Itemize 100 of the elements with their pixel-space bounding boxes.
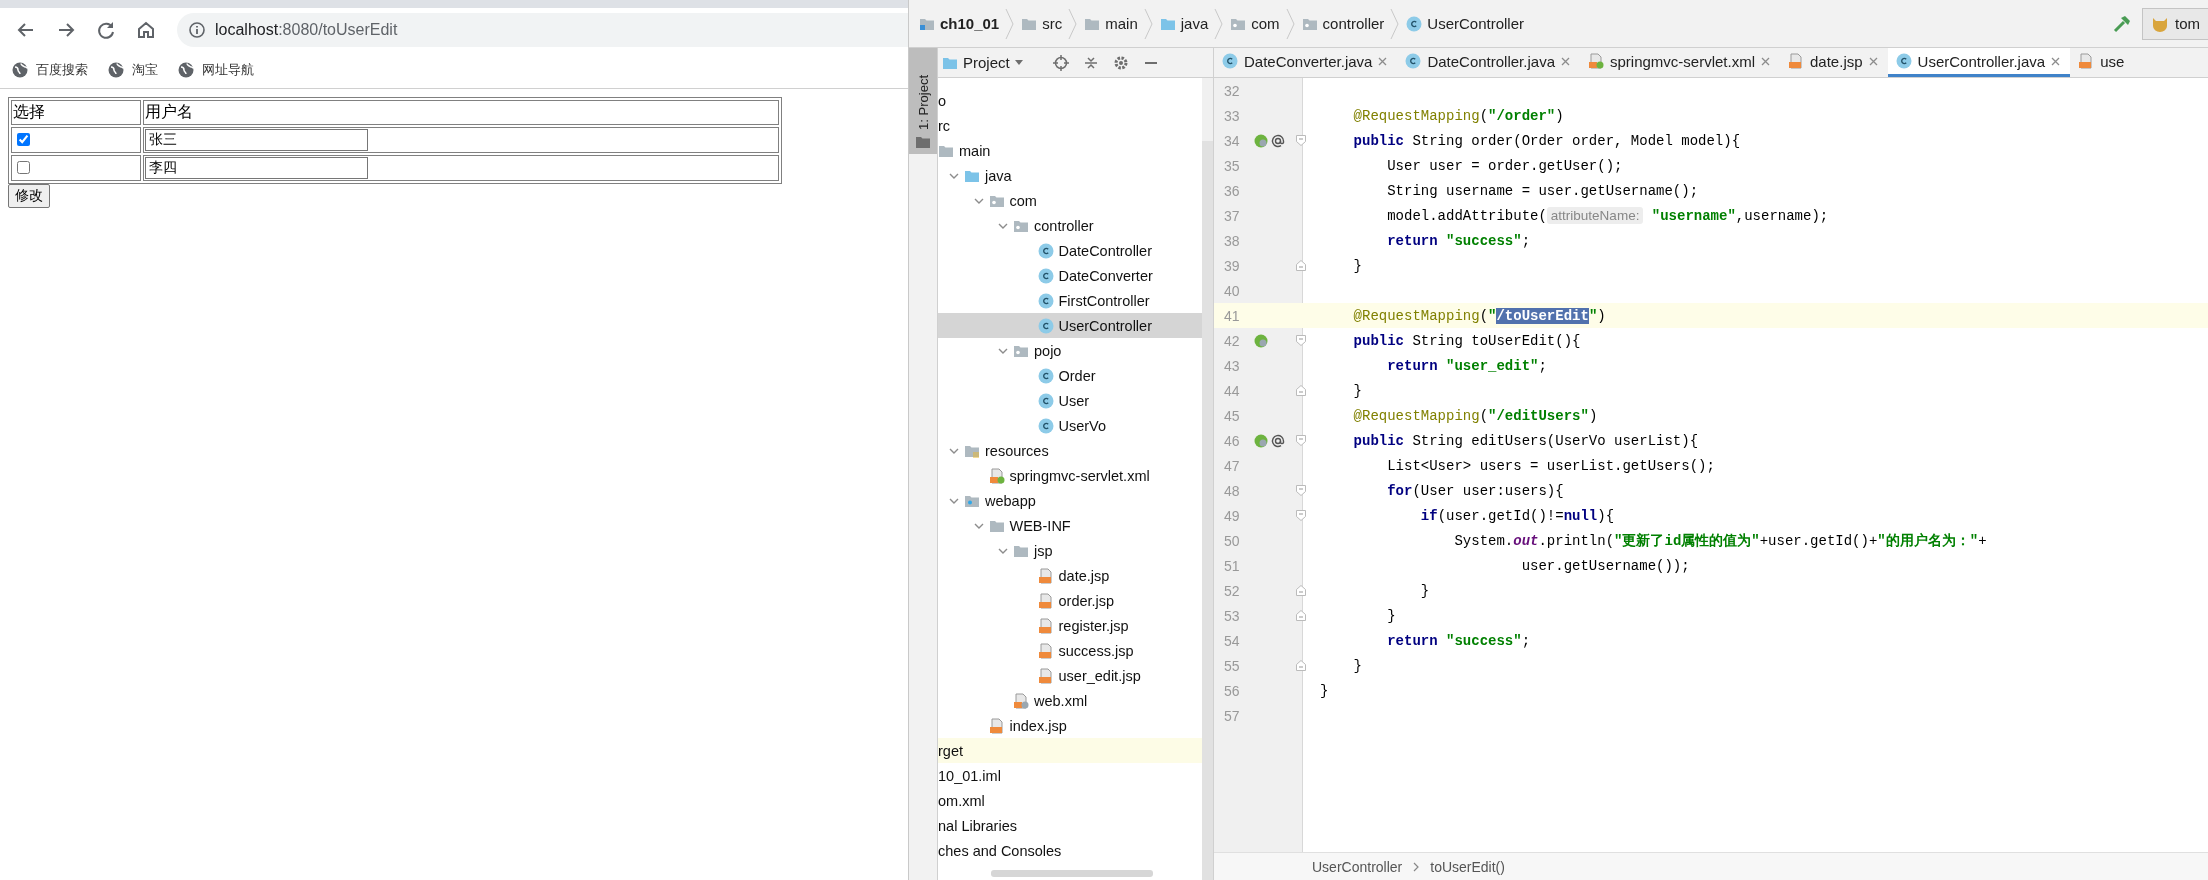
code-line: }: [1352, 257, 1362, 274]
fold-icon[interactable]: [1296, 435, 1306, 446]
address-bar[interactable]: localhost:8080/toUserEdit: [177, 13, 908, 47]
at-sign-icon[interactable]: [1271, 133, 1285, 148]
tree-item[interactable]: o: [938, 88, 1202, 113]
editor-tab[interactable]: DateConverter.java: [1214, 48, 1398, 77]
chevron-icon: [1143, 8, 1154, 39]
tree-item[interactable]: ches and Consoles: [938, 838, 1202, 863]
run-config-selector[interactable]: tom: [2142, 7, 2208, 40]
vertical-scrollbar[interactable]: [1202, 141, 1213, 880]
tree-item[interactable]: webapp: [938, 488, 1202, 513]
tree-item[interactable]: UserVo: [938, 413, 1202, 438]
code-line: @RequestMapping("/order"): [1352, 107, 1564, 124]
line-number: 36: [1223, 182, 1241, 199]
breadcrumb[interactable]: ch10_01: [917, 15, 1002, 32]
tree-item[interactable]: rget: [938, 738, 1202, 763]
tree-item[interactable]: resources: [938, 438, 1202, 463]
row-checkbox[interactable]: [17, 133, 30, 146]
tree-item[interactable]: jsp: [938, 538, 1202, 563]
class-icon: [1037, 242, 1054, 259]
editor-tab[interactable]: use: [2070, 48, 2135, 77]
tree-item[interactable]: rc: [938, 113, 1202, 138]
tree-item[interactable]: WEB-INF: [938, 513, 1202, 538]
tree-item[interactable]: pojo: [938, 338, 1202, 363]
tree-item[interactable]: Order: [938, 363, 1202, 388]
bean-icon[interactable]: [1254, 333, 1268, 348]
tree-item[interactable]: date.jsp: [938, 563, 1202, 588]
tree-item[interactable]: web.xml: [938, 688, 1202, 713]
editor-tab[interactable]: springmvc-servlet.xml: [1580, 48, 1780, 77]
tree-item[interactable]: register.jsp: [938, 613, 1202, 638]
fold-icon[interactable]: [1296, 135, 1306, 146]
settings-icon[interactable]: [1112, 54, 1129, 71]
breadcrumb[interactable]: main: [1082, 15, 1140, 32]
tree-item[interactable]: order.jsp: [938, 588, 1202, 613]
xml-file-icon: [1013, 692, 1029, 709]
close-icon[interactable]: [1868, 56, 1878, 66]
editor-tab[interactable]: DateController.java: [1397, 48, 1580, 77]
bookmark[interactable]: 百度搜索: [12, 61, 88, 79]
close-icon[interactable]: [1761, 56, 1770, 66]
tree-item[interactable]: DateConverter: [938, 263, 1202, 288]
breadcrumb[interactable]: src: [1019, 15, 1065, 32]
submit-button[interactable]: 修改: [8, 184, 50, 208]
home-icon[interactable]: [135, 19, 157, 41]
jsp-file-icon: [988, 717, 1005, 734]
tree-item[interactable]: nal Libraries: [938, 813, 1202, 838]
editor-tab[interactable]: UserController.java: [1887, 48, 2071, 77]
jsp-file-icon: [1037, 592, 1054, 609]
fold-icon[interactable]: [1296, 335, 1306, 346]
tree-item[interactable]: FirstController: [938, 288, 1202, 313]
info-icon[interactable]: [189, 22, 205, 38]
editor-tab[interactable]: date.jsp: [1780, 48, 1888, 77]
breadcrumb[interactable]: java: [1157, 15, 1211, 32]
tool-window-tab[interactable]: 1: Project: [909, 48, 937, 154]
breadcrumb[interactable]: UserController: [1312, 858, 1403, 875]
caret-icon: [1014, 59, 1023, 66]
breadcrumb[interactable]: toUserEdit(): [1430, 858, 1505, 875]
hammer-icon[interactable]: [2112, 13, 2132, 34]
code-line: if(user.getId()!=null){: [1419, 507, 1615, 524]
tree-item[interactable]: controller: [938, 213, 1202, 238]
fold-icon[interactable]: [1296, 385, 1306, 396]
horizontal-scrollbar[interactable]: [991, 870, 1153, 877]
tree-item[interactable]: DateController: [938, 238, 1202, 263]
tree-item[interactable]: java: [938, 163, 1202, 188]
tree-item[interactable]: user_edit.jsp: [938, 663, 1202, 688]
tree-item[interactable]: com: [938, 188, 1202, 213]
bookmark[interactable]: 淘宝: [108, 61, 158, 79]
fold-icon[interactable]: [1296, 485, 1306, 496]
tree-item[interactable]: om.xml: [938, 788, 1202, 813]
breadcrumb[interactable]: UserController: [1404, 15, 1526, 32]
fold-icon[interactable]: [1296, 660, 1306, 671]
row-checkbox[interactable]: [17, 161, 30, 174]
tree-item[interactable]: index.jsp: [938, 713, 1202, 738]
username-field[interactable]: 张三: [145, 129, 368, 151]
fold-icon[interactable]: [1296, 610, 1306, 621]
line-number: 57: [1223, 707, 1241, 724]
tree-item[interactable]: springmvc-servlet.xml: [938, 463, 1202, 488]
project-view-dropdown[interactable]: Project: [942, 54, 1023, 71]
fold-icon[interactable]: [1296, 585, 1306, 596]
tree-item[interactable]: User: [938, 388, 1202, 413]
tree-item[interactable]: success.jsp: [938, 638, 1202, 663]
at-sign-icon[interactable]: [1271, 433, 1285, 448]
username-field[interactable]: 李四: [145, 157, 368, 179]
line-number: 56: [1223, 682, 1241, 699]
close-icon[interactable]: [1561, 56, 1570, 66]
fold-icon[interactable]: [1296, 510, 1306, 521]
breadcrumb[interactable]: com: [1228, 15, 1282, 32]
close-icon[interactable]: [1378, 56, 1388, 66]
globe-icon: [178, 62, 194, 78]
collapse-icon[interactable]: [1082, 54, 1099, 71]
crosshair-icon[interactable]: [1052, 54, 1069, 71]
bookmark[interactable]: 网址导航: [178, 61, 254, 79]
tree-item[interactable]: 10_01.iml: [938, 763, 1202, 788]
line-number: 48: [1223, 482, 1241, 499]
fold-icon[interactable]: [1296, 260, 1306, 271]
close-icon[interactable]: [2051, 56, 2061, 66]
breadcrumb[interactable]: controller: [1299, 15, 1387, 32]
tree-item[interactable]: UserController: [938, 313, 1202, 338]
folder-icon: [916, 136, 930, 148]
line-number: 33: [1223, 107, 1241, 124]
tree-item[interactable]: main: [938, 138, 1202, 163]
